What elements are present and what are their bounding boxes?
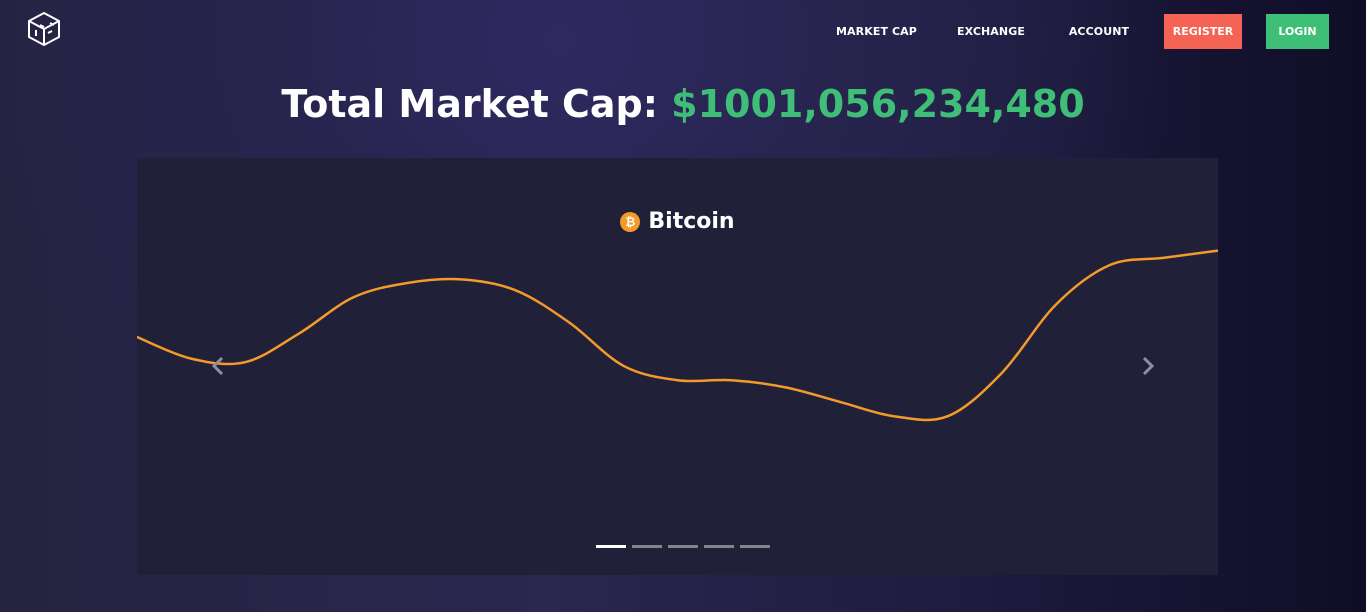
carousel-indicator[interactable] [668, 545, 698, 548]
carousel-indicators [596, 545, 776, 549]
bitcoin-icon: ₿ [620, 212, 641, 232]
coin-name: Bitcoin [648, 209, 735, 234]
carousel-indicator[interactable] [632, 545, 662, 548]
carousel-indicator[interactable] [740, 545, 770, 548]
page-title: Total Market Cap: $1001,056,234,480 [0, 78, 1366, 130]
login-button[interactable]: LOGIN [1266, 14, 1329, 49]
total-market-cap-value: $1001,056,234,480 [671, 82, 1085, 126]
coin-header: ₿ Bitcoin [137, 208, 1218, 236]
carousel-next-arrow-icon[interactable] [1137, 356, 1157, 376]
bitcoin-series-line [137, 249, 1218, 422]
register-button[interactable]: REGISTER [1164, 14, 1242, 49]
carousel-indicator[interactable] [596, 545, 626, 548]
logo-cube-icon[interactable] [26, 11, 62, 47]
nav-link-market-cap[interactable]: MARKET CAP [836, 14, 917, 49]
title-prefix: Total Market Cap: [281, 82, 658, 126]
nav-link-account[interactable]: ACCOUNT [1066, 14, 1132, 49]
coin-carousel: ₿ Bitcoin [137, 158, 1218, 575]
nav-link-exchange[interactable]: EXCHANGE [955, 14, 1027, 49]
carousel-prev-arrow-icon[interactable] [209, 356, 229, 376]
carousel-indicator[interactable] [704, 545, 734, 548]
